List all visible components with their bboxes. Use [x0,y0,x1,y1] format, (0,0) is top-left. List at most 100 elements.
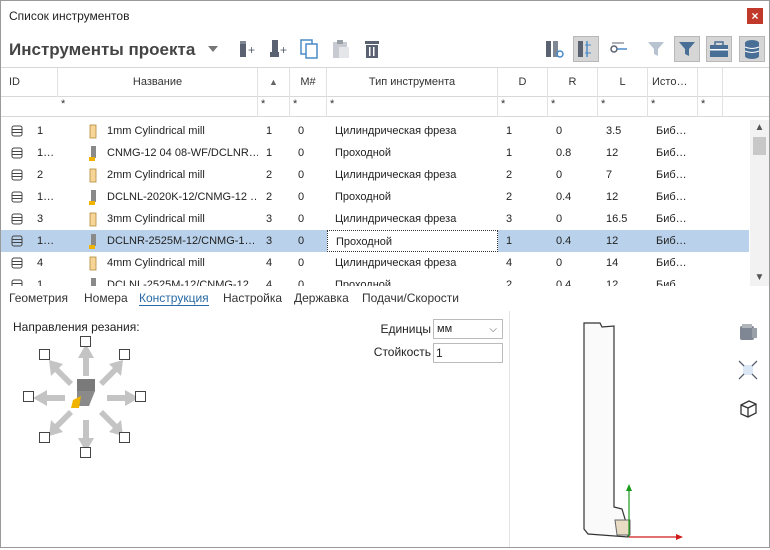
paste-icon[interactable] [328,36,354,62]
units-select[interactable]: мм ⌵ [433,319,503,339]
direction-checkbox-down[interactable] [80,447,91,458]
cell-source: Биб… [656,257,687,269]
grid-header: ID Название ▲ M# Тип инструмента D R L И… [1,68,769,97]
tab-holder[interactable]: Державка [294,291,349,305]
table-row[interactable]: 1… DCLNL-2020K-12/CNMG-12 … 2 0 Проходной 2 0.… [1,186,749,208]
cell-id: 4 [37,257,44,269]
col-header-r[interactable]: R [548,68,598,97]
tab-setup[interactable]: Настройка [223,291,282,305]
tool-search-icon[interactable] [541,36,567,62]
filter-active-icon[interactable] [674,36,700,62]
copy-icon[interactable] [296,36,322,62]
direction-checkbox-up-right[interactable] [119,349,130,360]
filter-icon[interactable] [643,36,669,62]
table-row[interactable]: 2 2mm Cylindrical mill 2 0 Цилиндрическая фр… [1,164,749,186]
tool-shape-icon [583,322,683,540]
cell-l: 12 [606,235,619,247]
cell-source: Биб… [656,279,687,286]
row-handle-icon [1,230,29,252]
col-header-l[interactable]: L [598,68,648,97]
project-tools-title: Инструменты проекта [9,40,196,59]
3d-view-icon[interactable] [735,395,761,421]
direction-checkbox-left[interactable] [23,391,34,402]
col-header-m[interactable]: M# [290,68,327,97]
cell-type: Проходной [335,191,392,203]
cell-r: 0.4 [556,235,572,247]
tab-geometry[interactable]: Геометрия [9,291,68,305]
grid-scrollbar[interactable]: ▲ ▼ [750,120,769,286]
mill-icon [85,208,101,230]
col-header-source[interactable]: Исто… [648,68,698,97]
col-header-name[interactable]: Название [58,68,258,97]
add-holder-icon[interactable]: + [265,36,291,62]
filter-cell[interactable]: * [290,97,327,117]
col-header-d[interactable]: D [498,68,548,97]
direction-checkbox-up[interactable] [80,336,91,347]
cell-m: 0 [298,213,305,225]
table-row[interactable]: 1 1mm Cylindrical mill 1 0 Цилиндрическая фр… [1,120,749,142]
project-dropdown-icon[interactable] [208,46,218,52]
turning-tool-icon [85,186,101,208]
toolbox-icon[interactable] [706,36,732,62]
filter-cell[interactable]: * [648,97,698,117]
cell-number: 3 [266,213,273,225]
cell-id: 2 [37,169,44,181]
filter-cell[interactable]: * [327,97,498,117]
filter-cell[interactable]: * [598,97,648,117]
svg-text:+: + [280,43,287,57]
tab-numbers[interactable]: Номера [84,291,128,305]
cell-l: 12 [606,147,619,159]
col-header-extra[interactable] [698,68,723,97]
direction-checkbox-down-left[interactable] [39,432,50,443]
cell-id: 1… [37,191,55,203]
cell-d: 1 [506,147,513,159]
cell-d: 4 [506,257,513,269]
tool-view-icon[interactable] [573,36,599,62]
cell-id: 1… [37,147,55,159]
database-icon[interactable] [739,36,765,62]
cell-m: 0 [298,191,305,203]
cell-id: 1… [37,279,55,286]
zoom-fit-icon[interactable] [735,357,761,383]
turning-tool-icon [85,142,101,164]
cell-m: 0 [298,235,305,247]
cell-m: 0 [298,279,305,286]
cell-name: 2mm Cylindrical mill [107,169,205,181]
filter-cell[interactable]: * [698,97,723,117]
filter-cell[interactable]: * [58,97,258,117]
direction-checkbox-right[interactable] [135,391,146,402]
table-row[interactable]: 1… CNMG-12 04 08-WF/DCLNR… 1 0 Проходной 1 0.8… [1,142,749,164]
add-tool-icon[interactable]: + [234,36,260,62]
filter-cell[interactable]: * [498,97,548,117]
scroll-up-icon[interactable]: ▲ [750,120,769,136]
cell-name: DCLNL-2020K-12/CNMG-12 … [107,191,258,203]
cell-name: 1mm Cylindrical mill [107,125,205,137]
scroll-down-icon[interactable]: ▼ [750,270,769,286]
cell-d: 2 [506,169,513,181]
table-row[interactable]: 1… DCLNL-2525M-12/CNMG-12 4 0 Проходной 2 0.4 1… [1,274,749,286]
direction-checkbox-down-right[interactable] [119,432,130,443]
cell-number: 1 [266,125,273,137]
table-row[interactable]: 1… DCLNR-2525M-12/CNMG-1… 3 0 Проходной 1 0.4 1… [1,230,749,252]
direction-checkbox-up-left[interactable] [39,349,50,360]
filter-cell[interactable]: * [258,97,290,117]
col-header-id[interactable]: ID [1,68,58,97]
tab-feeds-speeds[interactable]: Подачи/Скорости [362,291,459,305]
cell-name: DCLNR-2525M-12/CNMG-1… [107,235,256,247]
toolbar: Инструменты проекта + + [1,31,769,67]
scroll-thumb[interactable] [753,137,766,155]
col-header-number[interactable]: ▲ [258,68,290,97]
durability-field[interactable]: 1 [433,343,503,363]
delete-icon[interactable] [359,36,385,62]
col-header-type[interactable]: Тип инструмента [327,68,498,97]
cell-number: 4 [266,257,273,269]
tab-construction[interactable]: Конструкция [139,291,209,306]
close-button[interactable]: × [747,8,763,24]
table-row[interactable]: 4 4mm Cylindrical mill 4 0 Цилиндрическая фр… [1,252,749,274]
table-row[interactable]: 3 3mm Cylindrical mill 3 0 Цилиндрическая фр… [1,208,749,230]
insert-view-icon[interactable] [735,319,761,345]
connection-icon[interactable] [606,36,632,62]
filter-cell[interactable]: * [548,97,598,117]
cell-type: Проходной [327,230,498,252]
cell-number: 4 [266,279,273,286]
